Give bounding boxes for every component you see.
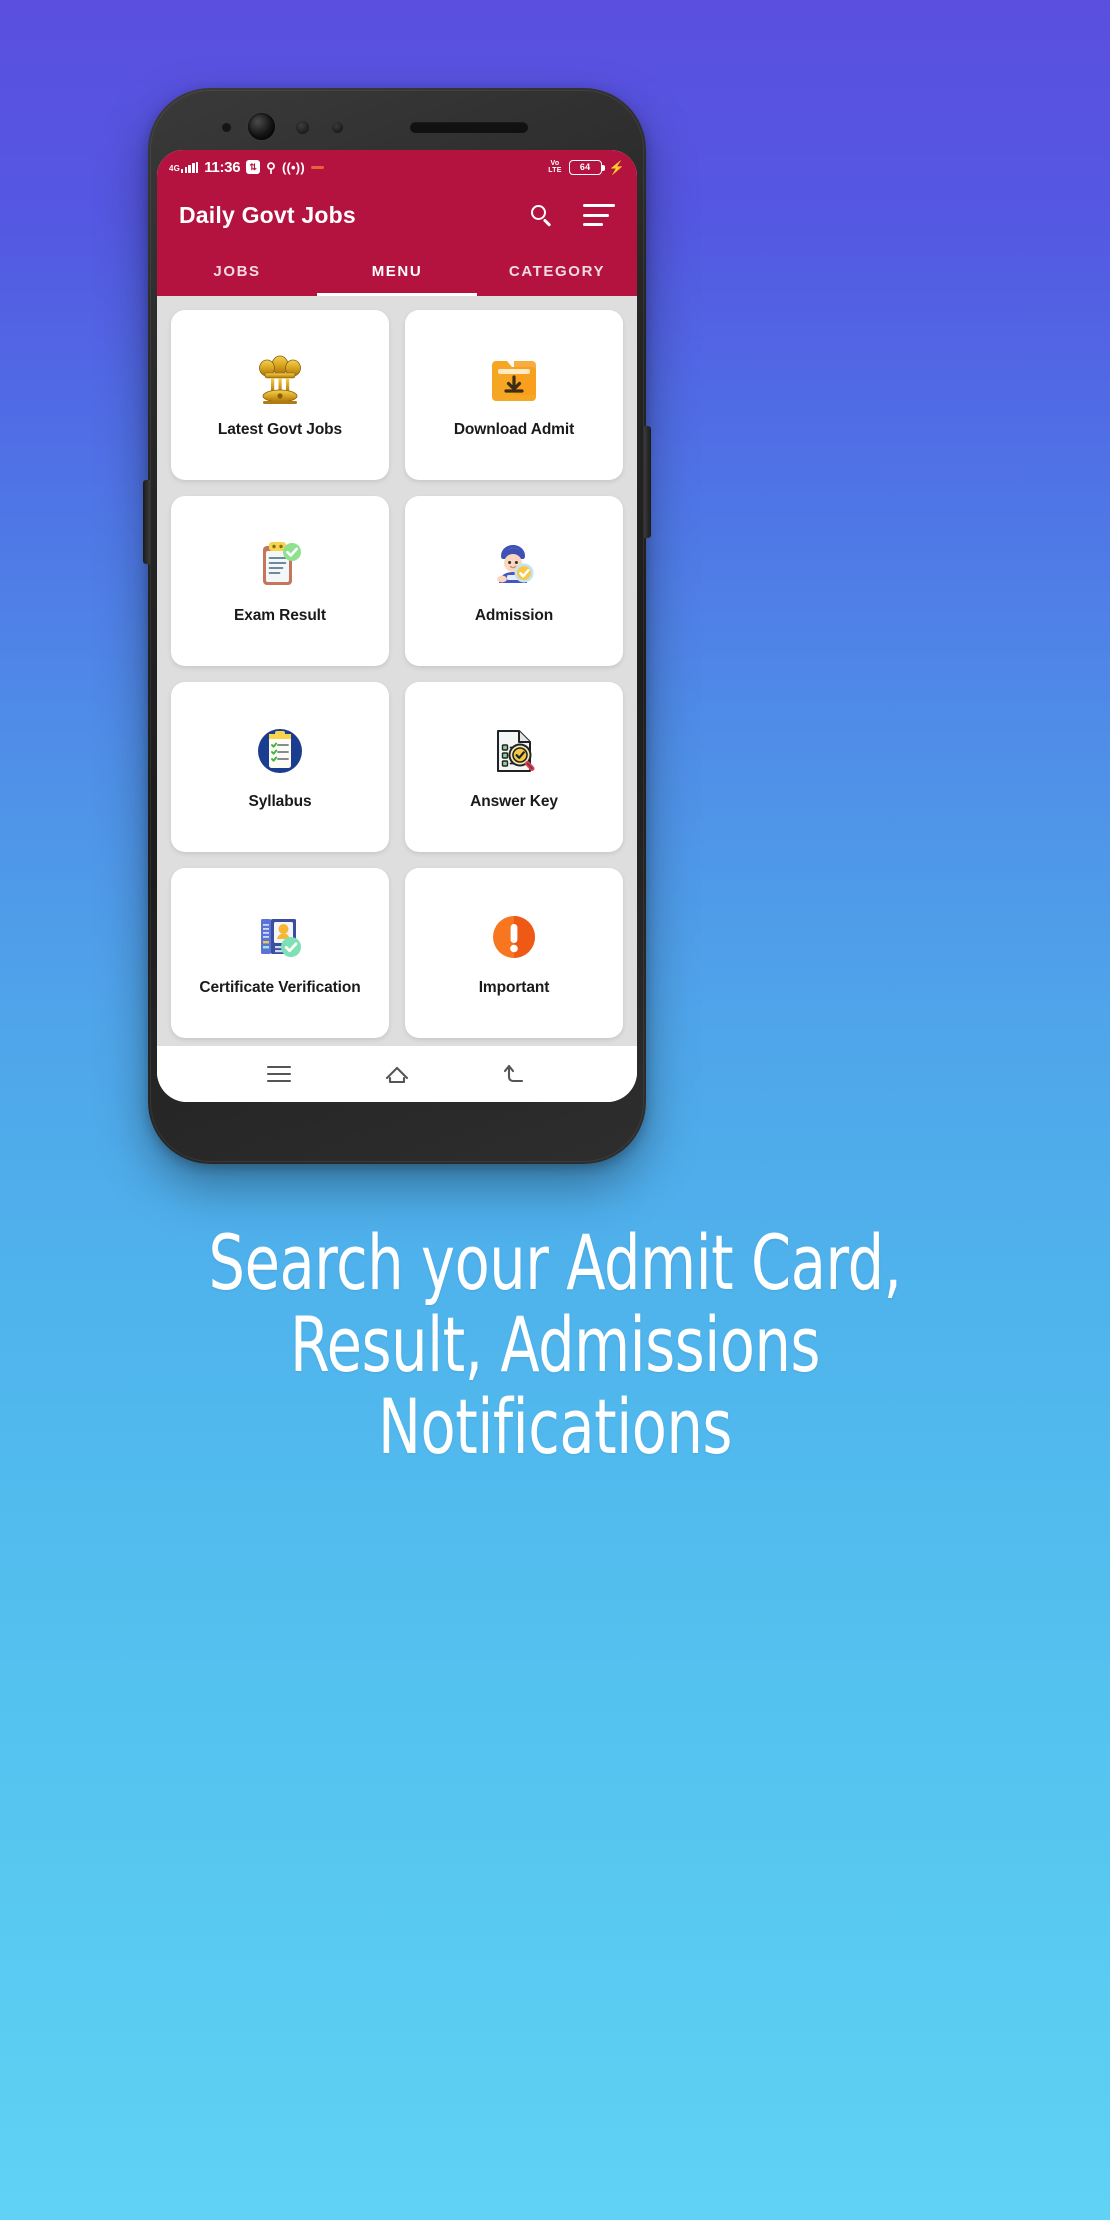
menu-card-label: Important <box>478 978 550 996</box>
android-nav-bar <box>157 1046 637 1102</box>
menu-content: Latest Govt Jobs Download Admit Exam Res… <box>157 296 637 1046</box>
proximity-sensor-icon <box>296 121 309 134</box>
menu-card-download-admit[interactable]: Download Admit <box>405 310 623 480</box>
menu-card-syllabus[interactable]: Syllabus <box>171 682 389 852</box>
front-camera-icon <box>248 113 275 140</box>
india-national-emblem-icon <box>257 351 303 407</box>
home-icon[interactable] <box>384 1064 410 1084</box>
document-magnifier-check-icon <box>488 723 540 779</box>
menu-card-admission[interactable]: Admission <box>405 496 623 666</box>
menu-card-latest-govt-jobs[interactable]: Latest Govt Jobs <box>171 310 389 480</box>
caption-line-3: Notifications <box>378 1382 732 1472</box>
download-folder-icon <box>488 351 540 407</box>
light-sensor-icon <box>332 122 343 133</box>
app-bar: Daily Govt Jobs <box>157 184 637 246</box>
menu-card-exam-result[interactable]: Exam Result <box>171 496 389 666</box>
menu-card-answer-key[interactable]: Answer Key <box>405 682 623 852</box>
back-icon[interactable] <box>503 1064 527 1084</box>
tab-menu[interactable]: MENU <box>317 246 477 296</box>
battery-percent-label: 64 <box>579 162 591 172</box>
phone-mockup: 4G 11:36 ⇅ ⚲ ((•)) Vo LTE 64 ⚡ Daily Gov… <box>143 88 651 1164</box>
earpiece-speaker-icon <box>410 122 528 133</box>
hamburger-menu-icon[interactable] <box>583 204 615 226</box>
search-icon[interactable] <box>529 203 553 227</box>
usb-icon: ⚲ <box>266 159 276 175</box>
menu-card-label: Latest Govt Jobs <box>217 420 343 438</box>
sensor-icon <box>222 123 231 132</box>
hotspot-icon: ⇅ <box>246 160 261 174</box>
recent-apps-icon[interactable] <box>267 1066 292 1082</box>
volume-button[interactable] <box>143 480 150 564</box>
menu-card-certificate-verification[interactable]: Certificate Verification <box>171 868 389 1038</box>
menu-card-label: Download Admit <box>453 420 575 438</box>
status-bar: 4G 11:36 ⇅ ⚲ ((•)) Vo LTE 64 ⚡ <box>157 150 637 184</box>
student-verified-icon <box>488 537 540 593</box>
certificate-verified-icon <box>254 909 306 965</box>
tab-jobs[interactable]: JOBS <box>157 246 317 296</box>
caption-line-2: Result, Admissions <box>290 1300 820 1390</box>
charging-icon: ⚡ <box>608 159 625 175</box>
phone-screen: 4G 11:36 ⇅ ⚲ ((•)) Vo LTE 64 ⚡ Daily Gov… <box>157 150 637 1102</box>
exclamation-circle-icon <box>488 909 540 965</box>
menu-card-label: Certificate Verification <box>199 978 361 996</box>
menu-card-label: Admission <box>474 606 554 624</box>
network-type-label: 4G <box>169 163 181 173</box>
menu-card-label: Syllabus <box>248 792 312 810</box>
menu-card-label: Answer Key <box>470 792 558 810</box>
clipboard-check-icon <box>254 537 306 593</box>
checklist-clipboard-icon <box>254 723 306 779</box>
battery-icon: 64 <box>568 159 605 175</box>
wireless-cast-icon: ((•)) <box>282 159 305 175</box>
tab-category[interactable]: CATEGORY <box>477 246 637 296</box>
promo-caption: Search your Admit Card, Result, Admissio… <box>89 1218 1021 1472</box>
status-clock: 11:36 <box>204 158 241 176</box>
signal-icon: 4G <box>169 161 199 173</box>
menu-card-important[interactable]: Important <box>405 868 623 1038</box>
tab-bar: JOBS MENU CATEGORY <box>157 246 637 296</box>
caption-line-1: Search your Admit Card, <box>208 1218 902 1307</box>
power-button[interactable] <box>644 426 651 538</box>
volte-icon: Vo LTE <box>548 159 562 175</box>
menu-grid: Latest Govt Jobs Download Admit Exam Res… <box>171 310 623 1038</box>
page-title: Daily Govt Jobs <box>179 201 356 228</box>
menu-card-label: Exam Result <box>234 606 326 624</box>
dash-icon <box>310 165 324 169</box>
